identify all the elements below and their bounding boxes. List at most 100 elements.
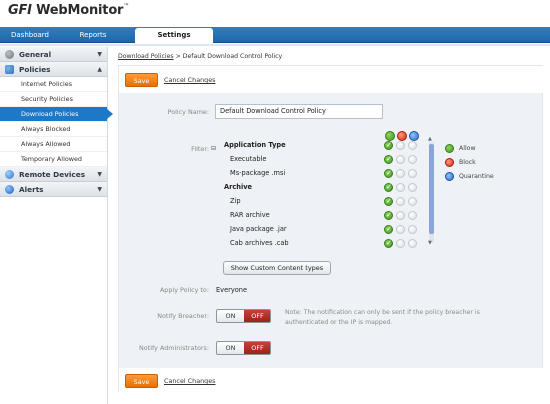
block-radio[interactable] — [396, 183, 405, 192]
notification-note: Note: The notification can only be sent … — [285, 309, 480, 326]
legend-label: Block — [459, 159, 476, 166]
filter-legend: Allow Block Quarantine — [445, 144, 494, 186]
allow-radio[interactable] — [384, 195, 393, 208]
filter-row-label: Archive — [224, 183, 252, 191]
cancel-changes-link-bottom[interactable]: Cancel Changes — [164, 377, 215, 385]
cancel-changes-link-top[interactable]: Cancel Changes — [164, 76, 215, 84]
block-radio[interactable] — [396, 211, 405, 220]
sidebar-section-policies[interactable]: Policies ▲ — [0, 62, 107, 77]
filter-scrollbar[interactable]: ▲ ▼ — [428, 136, 434, 246]
legend-label: Allow — [459, 145, 476, 152]
quarantine-radio[interactable] — [408, 211, 417, 220]
top-action-bar: Save Cancel Changes — [119, 66, 544, 93]
quarantine-radio[interactable] — [408, 183, 417, 192]
main-nav: Dashboard Reports Settings Help — [0, 27, 550, 44]
toggle-on[interactable]: ON — [217, 342, 244, 354]
block-radio[interactable] — [396, 225, 405, 234]
block-icon — [445, 158, 454, 167]
allow-radio[interactable] — [384, 209, 393, 222]
policy-icon — [5, 65, 14, 74]
breadcrumb-separator: > — [173, 53, 183, 60]
quarantine-radio[interactable] — [408, 197, 417, 206]
toggle-off[interactable]: OFF — [244, 310, 270, 322]
notify-breacher-toggle[interactable]: ON OFF — [216, 309, 271, 323]
notify-administrators-label: Notify Administrators: — [139, 344, 209, 352]
filter-row-label: RAR archive — [230, 211, 270, 219]
scroll-down-icon[interactable]: ▼ — [428, 240, 432, 246]
filter-category-row: Archive — [216, 181, 422, 194]
logo-product: WebMonitor — [36, 3, 124, 18]
logo-tm: ™ — [123, 3, 130, 10]
breadcrumb-current: Default Download Control Policy — [182, 53, 283, 60]
gfi-webmonitor-logo: GFI WebMonitor™ — [8, 3, 129, 18]
allow-radio[interactable] — [384, 181, 393, 194]
filter-category-row: Application Type — [216, 139, 422, 152]
toggle-off[interactable]: OFF — [244, 342, 270, 354]
gear-icon — [5, 50, 14, 59]
sidebar-section-remote-devices[interactable]: Remote Devices ▼ — [0, 167, 107, 182]
block-radio[interactable] — [396, 239, 405, 248]
show-custom-content-types-button[interactable]: Show Custom Content types — [223, 261, 331, 275]
block-radio[interactable] — [396, 197, 405, 206]
filter-row-label: Zip — [230, 197, 241, 205]
filter-list: Application Type Executable Ms-package .ms… — [216, 129, 432, 249]
sidebar-item-always-allowed[interactable]: Always Allowed — [0, 137, 107, 152]
quarantine-radio[interactable] — [408, 239, 417, 248]
breadcrumb: Download Policies > Default Download Con… — [118, 53, 282, 60]
chevron-up-icon: ▲ — [97, 66, 102, 73]
tab-dashboard[interactable]: Dashboard — [8, 27, 52, 43]
sidebar-item-download-policies[interactable]: Download Policies — [0, 107, 113, 122]
sidebar-section-general[interactable]: General ▼ — [0, 47, 107, 62]
sidebar-item-security-policies[interactable]: Security Policies — [0, 92, 107, 107]
filter-row-label: Ms-package .msi — [230, 169, 286, 177]
notify-administrators-toggle[interactable]: ON OFF — [216, 341, 271, 355]
tab-help[interactable]: Help — [186, 27, 220, 43]
scrollbar-thumb[interactable] — [429, 144, 434, 234]
scroll-up-icon[interactable]: ▲ — [428, 136, 432, 142]
legend-allow: Allow — [445, 144, 494, 158]
filter-label: Filter: — [191, 145, 209, 153]
block-radio[interactable] — [396, 141, 405, 150]
tab-reports[interactable]: Reports — [73, 27, 113, 43]
sidebar-item-temporary-allowed[interactable]: Temporary Allowed — [0, 152, 107, 167]
apply-policy-label: Apply Policy to: — [159, 286, 209, 294]
quarantine-radio[interactable] — [408, 141, 417, 150]
sidebar-section-label: Alerts — [19, 185, 44, 194]
quarantine-radio[interactable] — [408, 155, 417, 164]
allow-radio[interactable] — [384, 223, 393, 236]
chevron-down-icon: ▼ — [97, 171, 102, 178]
sidebar-section-alerts[interactable]: Alerts ▼ — [0, 182, 107, 197]
allow-radio[interactable] — [384, 167, 393, 180]
sidebar-item-always-blocked[interactable]: Always Blocked — [0, 122, 107, 137]
legend-label: Quarantine — [459, 173, 494, 180]
filter-row-label: Java package .jar — [230, 225, 287, 233]
allow-radio[interactable] — [384, 153, 393, 166]
legend-quarantine: Quarantine — [445, 172, 494, 186]
apply-policy-value[interactable]: Everyone — [216, 286, 247, 294]
policy-name-input[interactable]: Default Download Control Policy — [215, 104, 383, 119]
logo-gfi: GFI — [8, 3, 32, 18]
sidebar-section-label: Remote Devices — [19, 170, 86, 179]
quarantine-radio[interactable] — [408, 169, 417, 178]
header: GFI WebMonitor™ — [0, 0, 550, 27]
save-button-bottom[interactable]: Save — [125, 374, 158, 388]
filter-row-label: Application Type — [224, 141, 286, 149]
allow-radio[interactable] — [384, 139, 393, 152]
globe-icon — [5, 170, 14, 179]
filter-item-row: Ms-package .msi — [216, 167, 422, 180]
breadcrumb-link-download-policies[interactable]: Download Policies — [118, 53, 174, 60]
quarantine-icon — [445, 172, 454, 181]
save-button-top[interactable]: Save — [125, 73, 158, 87]
block-radio[interactable] — [396, 155, 405, 164]
block-radio[interactable] — [396, 169, 405, 178]
quarantine-radio[interactable] — [408, 225, 417, 234]
sidebar-item-internet-policies[interactable]: Internet Policies — [0, 77, 107, 92]
chevron-down-icon: ▼ — [97, 186, 102, 193]
toggle-on[interactable]: ON — [217, 310, 244, 322]
allow-icon — [445, 144, 454, 153]
filter-row-label: Cab archives .cab — [230, 239, 289, 247]
filter-item-row: Executable — [216, 153, 422, 166]
filter-item-row: Java package .jar — [216, 223, 422, 236]
allow-radio[interactable] — [384, 237, 393, 249]
sidebar-section-label: Policies — [19, 65, 51, 74]
